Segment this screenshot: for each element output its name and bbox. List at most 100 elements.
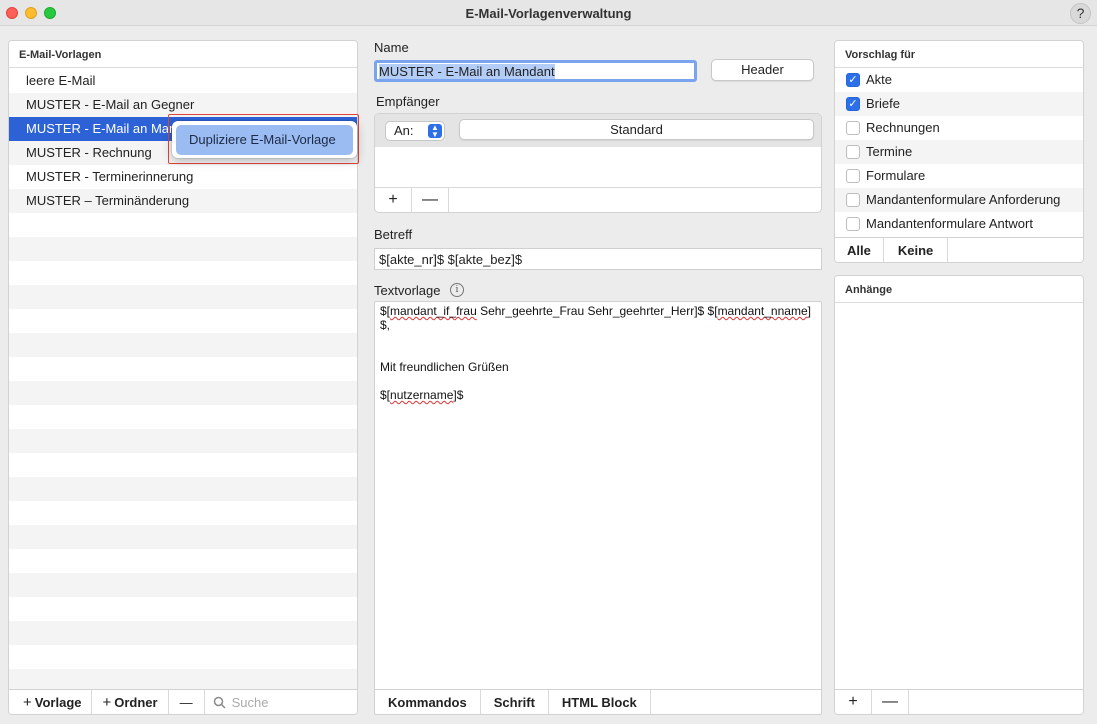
empty-list-row [9, 309, 357, 333]
templates-panel-header: E-Mail-Vorlagen [9, 41, 357, 68]
empty-list-row [9, 261, 357, 285]
remove-recipient-button[interactable]: — [412, 188, 449, 212]
template-list-item[interactable]: MUSTER – Terminänderung [9, 189, 357, 213]
empty-list-row [9, 429, 357, 453]
empty-list-row [9, 285, 357, 309]
search-placeholder: Suche [231, 694, 269, 710]
suggest-option[interactable]: Mandantenformulare Anforderung [835, 188, 1083, 212]
name-input[interactable]: MUSTER - E-Mail an Mandant [374, 60, 697, 82]
empty-list-row [9, 573, 357, 597]
plus-icon: + [102, 693, 112, 711]
empty-list-row [9, 669, 357, 689]
body-text-line: $[nutzername]$ [380, 388, 464, 402]
body-tool-html-block[interactable]: HTML Block [549, 690, 651, 714]
attachments-footer: + — [835, 689, 1083, 714]
suggest-option-label: Rechnungen [866, 120, 940, 135]
checkbox-checked-icon[interactable]: ✓ [846, 97, 860, 111]
body-text-line: Mit freundlichen Grüßen [380, 360, 509, 374]
empty-list-row [9, 237, 357, 261]
empty-list-row [9, 213, 357, 237]
suggest-option[interactable]: ✓ Briefe [835, 92, 1083, 116]
suggest-option-label: Briefe [866, 96, 900, 111]
recipients-row: An: ▲ ▼ Standard [375, 114, 821, 147]
suggest-option[interactable]: Rechnungen [835, 116, 1083, 140]
suggest-footer: Alle Keine [835, 237, 1083, 262]
body-toolbar: Kommandos Schrift HTML Block [375, 689, 821, 714]
remove-attachment-button[interactable]: — [872, 690, 909, 714]
add-folder-label: Ordner [114, 694, 158, 710]
body-tool-kommandos[interactable]: Kommandos [375, 690, 481, 714]
add-recipient-button[interactable]: + [375, 188, 412, 212]
empty-list-row [9, 621, 357, 645]
recipients-panel: An: ▲ ▼ Standard + — [374, 113, 822, 213]
checkbox-checked-icon[interactable]: ✓ [846, 73, 860, 87]
templates-footer: + Vorlage + Ordner — Suche [9, 689, 357, 714]
subject-input[interactable]: $[akte_nr]$ $[akte_bez]$ [374, 248, 822, 270]
empty-list-row [9, 357, 357, 381]
name-value: MUSTER - E-Mail an Mandant [379, 64, 555, 79]
checkbox-icon[interactable] [846, 217, 860, 231]
suggest-option[interactable]: ✓ Akte [835, 68, 1083, 92]
empty-list-row [9, 525, 357, 549]
recipients-label: Empfänger [376, 94, 440, 109]
template-list-item[interactable]: MUSTER - Terminerinnerung [9, 165, 357, 189]
suggest-option[interactable]: Termine [835, 140, 1083, 164]
empty-list-row [9, 597, 357, 621]
attachments-panel-header: Anhänge [835, 276, 1083, 303]
suggest-option-label: Termine [866, 144, 913, 159]
search-field[interactable]: Suche [205, 694, 269, 710]
remove-template-button[interactable]: — [169, 689, 205, 714]
name-label: Name [374, 40, 409, 55]
suggest-option-label: Akte [866, 72, 893, 87]
suggest-option-label: Mandantenformulare Antwort [866, 216, 1033, 231]
header-button[interactable]: Header [711, 59, 814, 81]
suggest-option[interactable]: Formulare [835, 164, 1083, 188]
recipient-type-select[interactable]: An: ▲ ▼ [385, 121, 445, 141]
title-bar: E-Mail-Vorlagenverwaltung ? [0, 0, 1097, 26]
empty-list-row [9, 645, 357, 669]
empty-list-row [9, 453, 357, 477]
add-attachment-button[interactable]: + [835, 690, 872, 714]
subject-label: Betreff [374, 227, 413, 242]
suggest-options: ✓ Akte ✓ Briefe Rechnungen Termine Formulare Ma… [835, 68, 1083, 236]
body-text-line: $[mandant_if_frau Sehr_geehrte_Frau Sehr… [380, 304, 811, 318]
checkbox-icon[interactable] [846, 121, 860, 135]
suggest-option-label: Formulare [866, 168, 926, 183]
body-text-area[interactable]: $[mandant_if_frau Sehr_geehrte_Frau Sehr… [375, 302, 821, 689]
help-button[interactable]: ? [1070, 3, 1091, 24]
plus-icon: + [23, 693, 32, 711]
body-panel: $[mandant_if_frau Sehr_geehrte_Frau Sehr… [374, 301, 822, 715]
empty-list-row [9, 333, 357, 357]
duplicate-template-menu-item[interactable]: Dupliziere E-Mail-Vorlage [176, 125, 353, 155]
body-tool-schrift[interactable]: Schrift [481, 690, 549, 714]
suggest-panel: Vorschlag für ✓ Akte ✓ Briefe Rechnungen Term… [834, 40, 1084, 263]
select-all-button[interactable]: Alle [835, 238, 884, 262]
body-label: Textvorlage [374, 283, 441, 298]
window-title: E-Mail-Vorlagenverwaltung [465, 6, 632, 21]
recipient-standard-button[interactable]: Standard [459, 119, 814, 140]
up-down-chevron-icon: ▲ ▼ [428, 124, 442, 139]
info-icon[interactable]: i [450, 283, 464, 297]
template-list-item[interactable]: leere E-Mail [9, 69, 357, 93]
context-menu: Dupliziere E-Mail-Vorlage [172, 121, 357, 158]
body-text-line [380, 346, 816, 360]
suggest-panel-header: Vorschlag für [835, 41, 1083, 68]
body-text-line [380, 374, 816, 388]
add-template-label: Vorlage [34, 694, 82, 710]
checkbox-icon[interactable] [846, 145, 860, 159]
empty-list-row [9, 381, 357, 405]
body-text-line: $, [380, 318, 391, 332]
attachments-panel: Anhänge + — [834, 275, 1084, 715]
suggest-option-label: Mandantenformulare Anforderung [866, 192, 1061, 207]
empty-list-row [9, 501, 357, 525]
search-icon [213, 696, 226, 709]
recipient-type-value: An: [394, 123, 414, 138]
recipients-footer: + — [375, 187, 821, 212]
checkbox-icon[interactable] [846, 169, 860, 183]
add-folder-button[interactable]: + Ordner [92, 689, 169, 714]
empty-list-row [9, 405, 357, 429]
add-template-button[interactable]: + Vorlage [9, 689, 93, 714]
suggest-option[interactable]: Mandantenformulare Antwort [835, 212, 1083, 236]
select-none-button[interactable]: Keine [884, 238, 949, 262]
checkbox-icon[interactable] [846, 193, 860, 207]
